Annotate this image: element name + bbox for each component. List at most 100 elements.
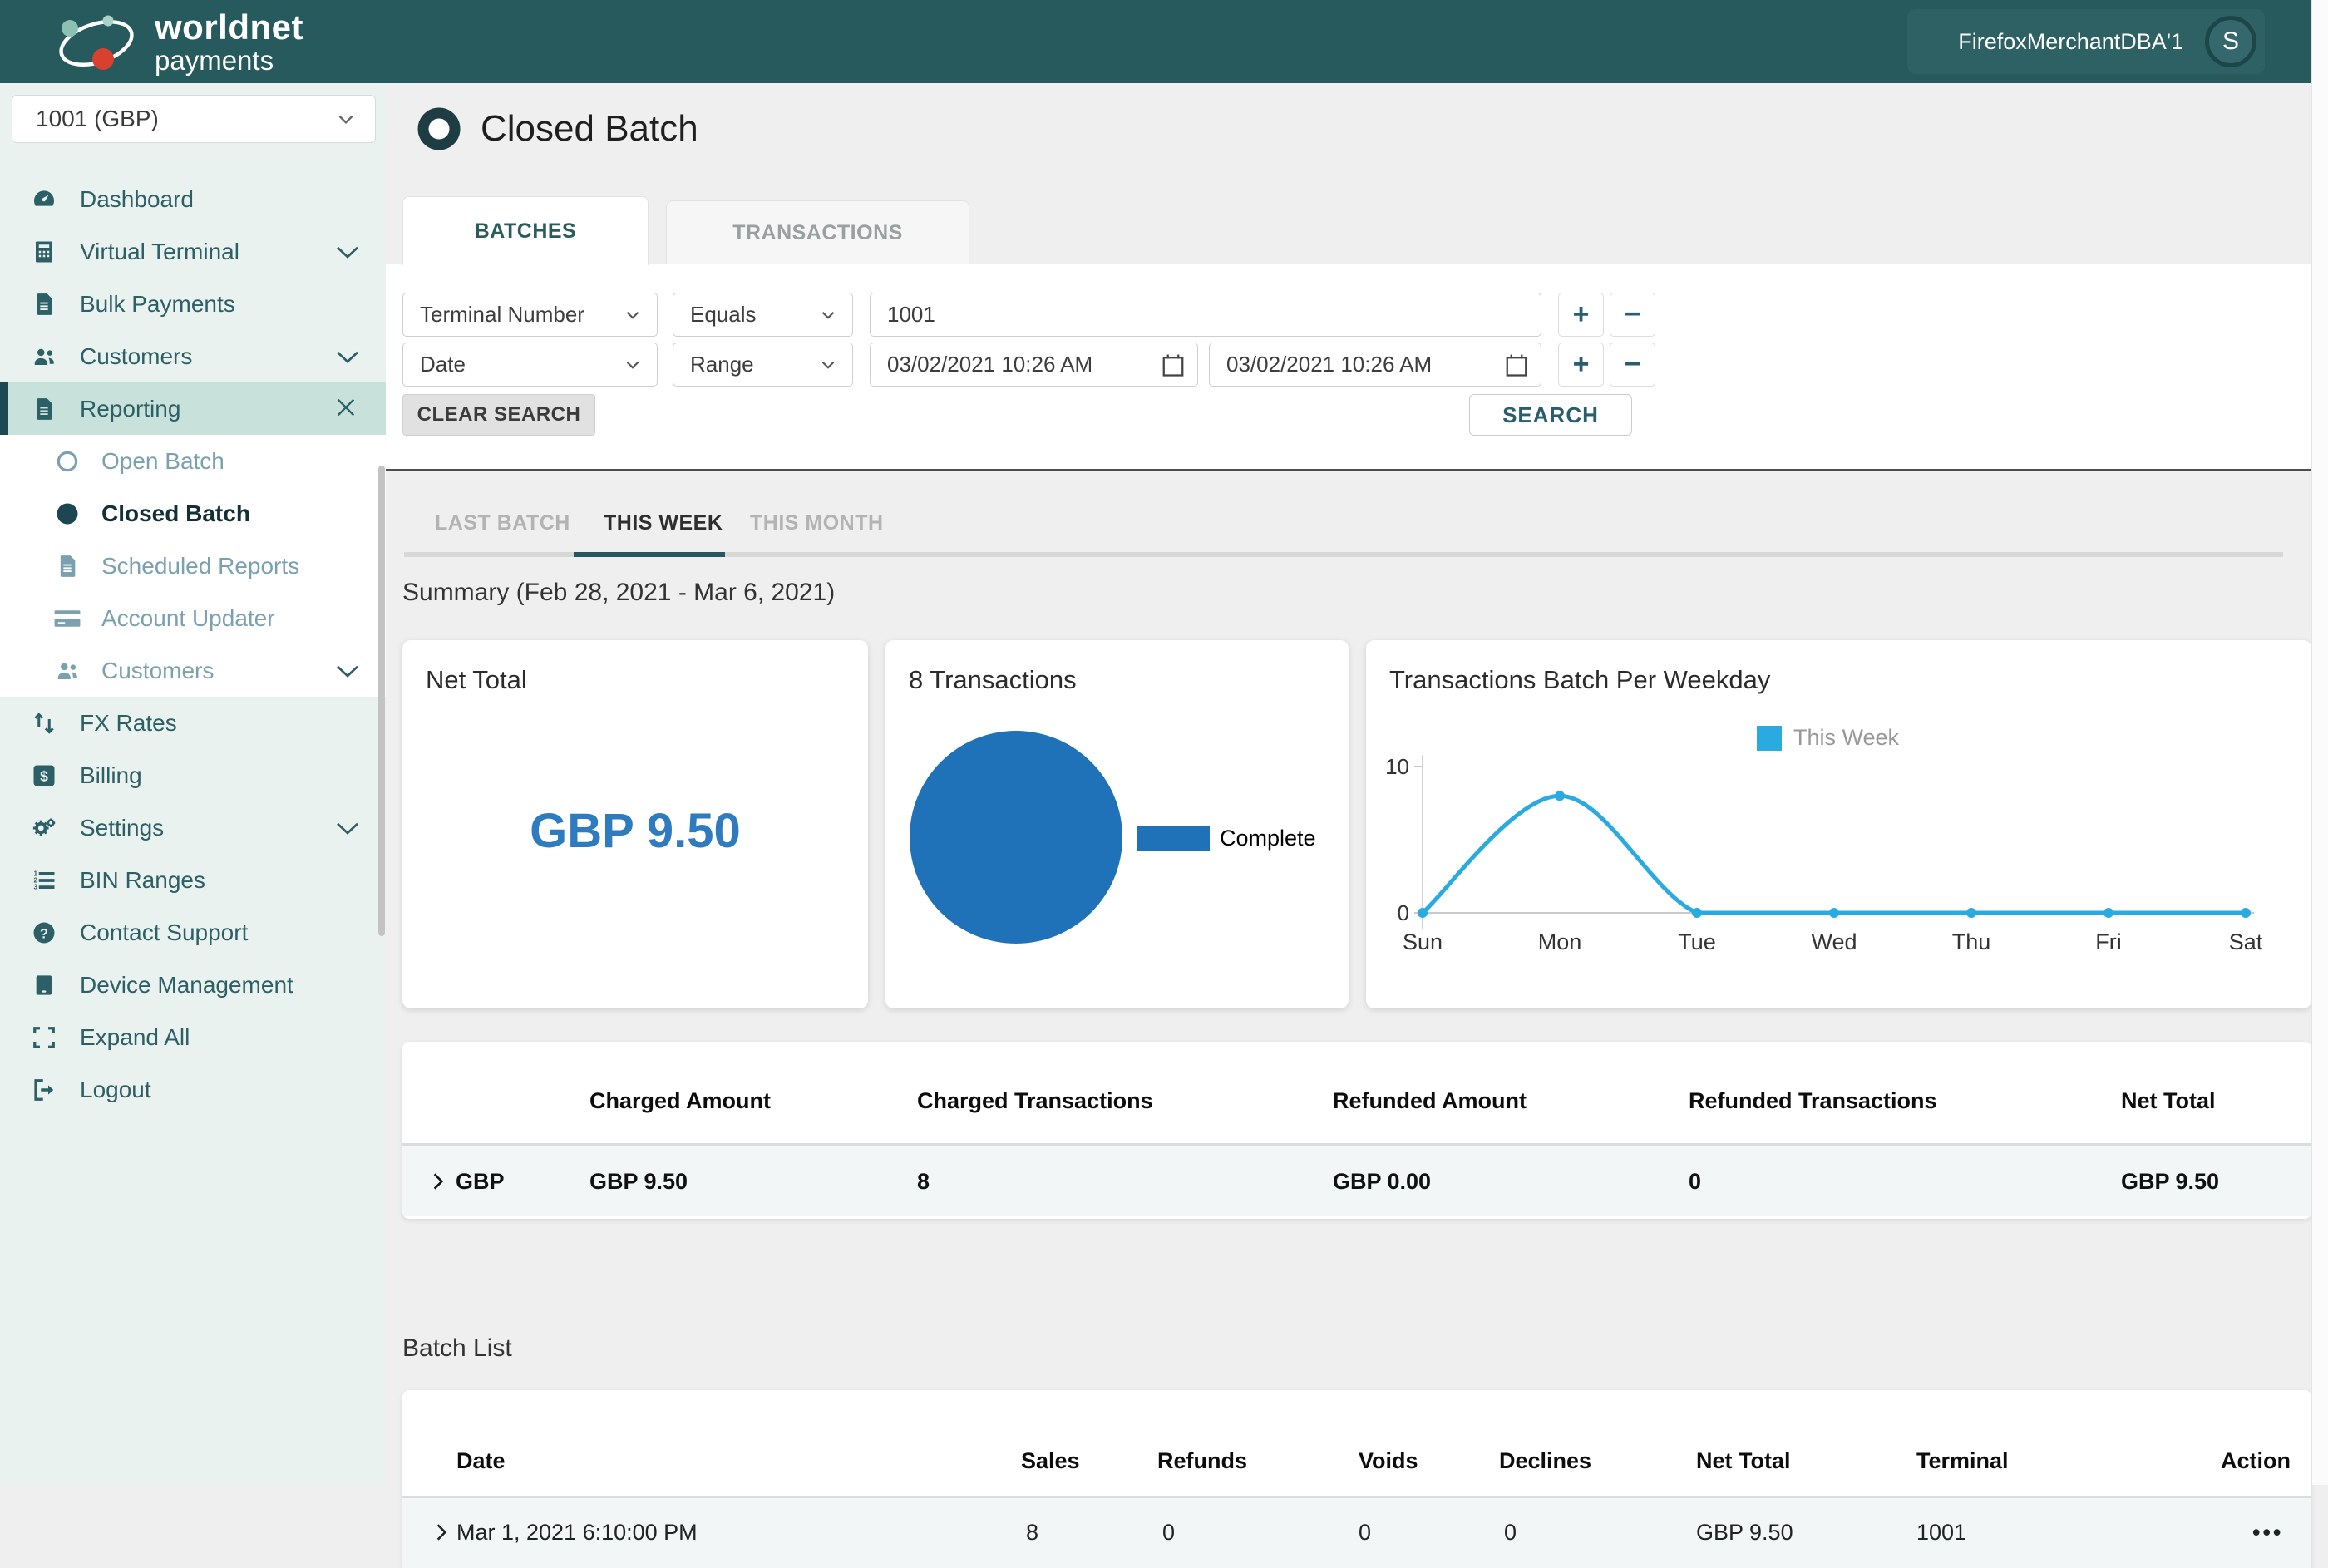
orbit-logo-icon	[53, 10, 140, 73]
chevron-down-icon	[333, 813, 363, 843]
tab-label: BATCHES	[475, 219, 576, 244]
sidebar-item-bin-ranges[interactable]: 123 BIN Ranges	[0, 854, 386, 906]
sidebar-item-dashboard[interactable]: Dashboard	[0, 173, 386, 225]
column-header: Terminal	[1916, 1448, 2009, 1474]
currency-table-row[interactable]: GBP GBP 9.50 8 GBP 0.00 0 GBP 9.50	[402, 1146, 2311, 1216]
column-header: Net Total	[1696, 1448, 1791, 1474]
card-title: Net Total	[426, 665, 527, 695]
merchant-account-button[interactable]: FirefoxMerchantDBA'1 S	[1907, 9, 2265, 74]
filter-field-select-2[interactable]: Date	[402, 343, 658, 387]
search-button[interactable]: SEARCH	[1469, 394, 1632, 436]
chevron-down-icon	[335, 108, 357, 130]
brand-logo[interactable]: worldnet payments	[0, 10, 303, 74]
sidebar-item-bulk-payments[interactable]: Bulk Payments	[0, 278, 386, 330]
currency-summary-table: Charged Amount Charged Transactions Refu…	[402, 1042, 2311, 1219]
sidebar-item-label: Settings	[80, 815, 164, 841]
clear-search-button[interactable]: CLEAR SEARCH	[402, 394, 595, 436]
svg-text:0: 0	[1398, 900, 1409, 925]
svg-text:3: 3	[34, 883, 38, 890]
fx-rates-icon	[30, 709, 58, 737]
reporting-submenu: Open Batch Closed Batch Scheduled Report…	[0, 435, 386, 697]
period-tab-this-month[interactable]: THIS MONTH	[750, 511, 884, 535]
sidebar-scrollbar-thumb[interactable]	[378, 466, 385, 936]
chevron-down-icon	[333, 656, 363, 686]
date-from-input[interactable]: 03/02/2021 10:26 AM	[870, 343, 1198, 387]
column-header: Voids	[1359, 1448, 1418, 1474]
column-header: Net Total	[2121, 1088, 2216, 1114]
date-to-input[interactable]: 03/02/2021 10:26 AM	[1209, 343, 1541, 387]
sidebar-item-reporting[interactable]: Reporting	[0, 382, 386, 435]
currency-code: GBP	[456, 1169, 505, 1195]
batch-table-row[interactable]: Mar 1, 2021 6:10:00 PM 8 0 0 0 GBP 9.50 …	[402, 1498, 2311, 1568]
weekday-line-chart: 010SunMonTueWedThuFriSat	[1366, 640, 2311, 1008]
page-scrollbar[interactable]	[2311, 0, 2328, 1485]
filter-value-input-wrap	[870, 293, 1541, 337]
sidebar-item-closed-batch[interactable]: Closed Batch	[0, 487, 386, 540]
tab-transactions[interactable]: TRANSACTIONS	[666, 200, 969, 265]
filter-value-input[interactable]	[887, 302, 1524, 328]
summary-heading: Summary (Feb 28, 2021 - Mar 6, 2021)	[402, 579, 835, 607]
page-header: Closed Batch	[416, 101, 698, 156]
calendar-icon	[1504, 351, 1529, 379]
sidebar-item-customers[interactable]: Customers	[0, 330, 386, 382]
add-filter-button[interactable]: +	[1558, 293, 1604, 337]
brand-name: worldnet payments	[155, 10, 303, 74]
remove-filter-button[interactable]: −	[1610, 293, 1655, 337]
terminal-select[interactable]: 1001 (GBP)	[12, 95, 376, 143]
sidebar-item-contact-support[interactable]: ? Contact Support	[0, 906, 386, 959]
sidebar-item-label: Virtual Terminal	[80, 239, 239, 265]
period-tab-this-week[interactable]: THIS WEEK	[604, 511, 723, 535]
column-header: Refunded Transactions	[1689, 1088, 1937, 1114]
closed-batch-icon	[53, 500, 81, 528]
terminal-select-value: 1001 (GBP)	[36, 106, 159, 132]
sidebar-item-expand-all[interactable]: Expand All	[0, 1011, 386, 1063]
close-icon[interactable]	[333, 394, 363, 424]
sidebar-item-label: BIN Ranges	[80, 867, 205, 894]
account-updater-icon	[53, 604, 81, 633]
svg-text:$: $	[40, 767, 48, 784]
sidebar-item-fx-rates[interactable]: FX Rates	[0, 697, 386, 749]
batch-list-heading: Batch List	[402, 1334, 512, 1363]
remove-filter-button-2[interactable]: −	[1610, 343, 1655, 387]
sidebar-item-virtual-terminal[interactable]: Virtual Terminal	[0, 225, 386, 278]
declines-count: 0	[1504, 1520, 1517, 1546]
sidebar-item-label: Customers	[80, 343, 192, 370]
voids-count: 0	[1359, 1520, 1371, 1546]
refunded-amount: GBP 0.00	[1333, 1169, 1431, 1195]
column-header: Declines	[1499, 1448, 1591, 1474]
filter-operator-select-2[interactable]: Range	[673, 343, 853, 387]
column-header: Charged Amount	[589, 1088, 771, 1114]
period-tab-active-indicator	[574, 552, 725, 557]
page-title: Closed Batch	[481, 108, 698, 150]
tab-batches[interactable]: BATCHES	[402, 196, 649, 265]
legend-swatch	[1137, 826, 1210, 851]
row-actions-button[interactable]: •••	[2252, 1520, 2283, 1546]
batch-list-table: Date Sales Refunds Voids Declines Net To…	[402, 1390, 2311, 1568]
chevron-down-icon	[333, 342, 363, 372]
top-bar: worldnet payments FirefoxMerchantDBA'1 S	[0, 0, 2311, 83]
add-filter-button-2[interactable]: +	[1558, 343, 1604, 387]
sidebar-item-open-batch[interactable]: Open Batch	[0, 435, 386, 487]
chevron-right-icon	[427, 1171, 449, 1192]
svg-text:Sun: Sun	[1403, 929, 1443, 954]
sidebar-item-label: Account Updater	[101, 605, 275, 632]
expand-all-icon	[30, 1023, 58, 1052]
period-tab-last-batch[interactable]: LAST BATCH	[435, 511, 570, 535]
legend-label: Complete	[1220, 826, 1316, 851]
sidebar-item-customers-sub[interactable]: Customers	[0, 644, 386, 697]
filter-operator-select[interactable]: Equals	[673, 293, 853, 337]
sidebar-item-label: Scheduled Reports	[101, 553, 299, 579]
customers-icon	[30, 343, 58, 371]
transactions-pie-chart	[907, 728, 1125, 946]
sidebar-item-scheduled-reports[interactable]: Scheduled Reports	[0, 540, 386, 592]
sidebar-item-label: Open Batch	[101, 448, 224, 475]
batch-date-link[interactable]: Mar 1, 2021 6:10:00 PM	[456, 1520, 698, 1546]
sidebar-item-account-updater[interactable]: Account Updater	[0, 592, 386, 644]
sidebar-item-logout[interactable]: Logout	[0, 1063, 386, 1116]
sidebar-item-billing[interactable]: $ Billing	[0, 749, 386, 801]
svg-text:Sat: Sat	[2229, 929, 2263, 954]
filter-field-select[interactable]: Terminal Number	[402, 293, 658, 337]
sidebar-item-device-management[interactable]: Device Management	[0, 959, 386, 1011]
sidebar-item-settings[interactable]: Settings	[0, 801, 386, 854]
sidebar-item-label: Logout	[80, 1077, 151, 1103]
